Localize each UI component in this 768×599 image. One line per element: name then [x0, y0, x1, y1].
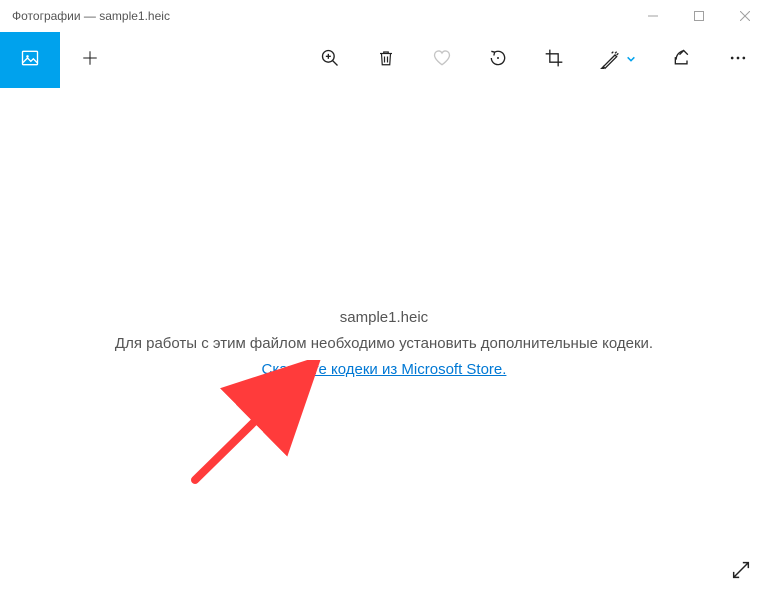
- rotate-button[interactable]: [488, 50, 508, 70]
- rotate-icon: [488, 48, 508, 73]
- file-name: sample1.heic: [115, 306, 653, 330]
- more-button[interactable]: [728, 50, 748, 70]
- add-button[interactable]: [60, 32, 120, 88]
- zoom-in-icon: [320, 48, 340, 73]
- share-button[interactable]: [672, 50, 692, 70]
- toolbar-actions: [120, 50, 768, 70]
- crop-button[interactable]: [544, 50, 564, 70]
- fullscreen-icon: [730, 559, 752, 586]
- image-icon: [20, 48, 40, 73]
- download-codecs-link[interactable]: Скачайте кодеки из Microsoft Store.: [262, 358, 507, 382]
- delete-button[interactable]: [376, 50, 396, 70]
- share-icon: [672, 48, 692, 73]
- fullscreen-button[interactable]: [728, 559, 754, 585]
- favorite-button[interactable]: [432, 50, 452, 70]
- window-title: Фотографии — sample1.heic: [12, 9, 630, 23]
- plus-icon: [81, 49, 99, 72]
- minimize-button[interactable]: [630, 0, 676, 32]
- chevron-down-icon: [626, 51, 636, 69]
- crop-icon: [544, 48, 564, 73]
- heart-icon: [432, 48, 452, 73]
- gallery-tab[interactable]: [0, 32, 60, 88]
- content-area: sample1.heic Для работы с этим файлом не…: [0, 90, 768, 599]
- maximize-button[interactable]: [676, 0, 722, 32]
- trash-icon: [377, 48, 395, 73]
- zoom-button[interactable]: [320, 50, 340, 70]
- draw-button[interactable]: [600, 50, 636, 70]
- close-button[interactable]: [722, 0, 768, 32]
- toolbar: [0, 32, 768, 88]
- codec-prompt-text: Для работы с этим файлом необходимо уста…: [115, 332, 653, 356]
- titlebar: Фотографии — sample1.heic: [0, 0, 768, 32]
- more-icon: [728, 48, 748, 73]
- codec-message: sample1.heic Для работы с этим файлом не…: [115, 306, 653, 383]
- draw-icon: [600, 50, 620, 70]
